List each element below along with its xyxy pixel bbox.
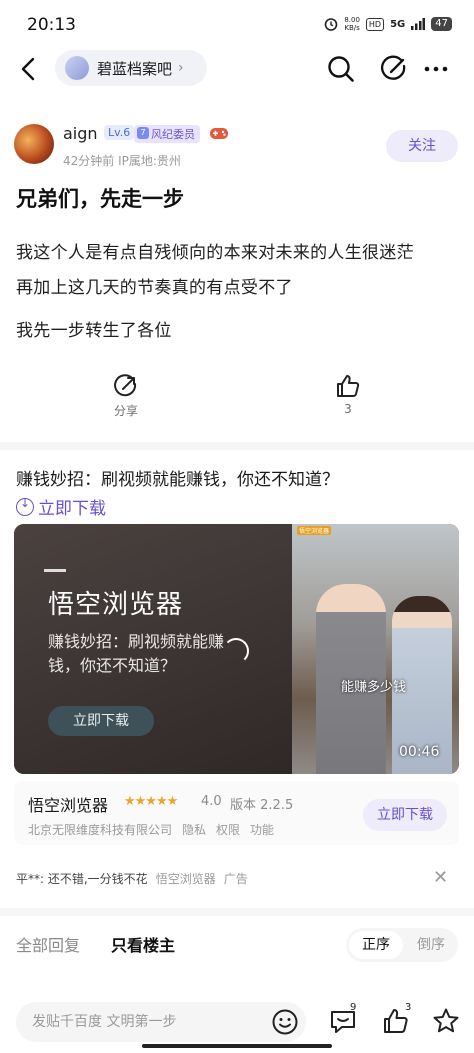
loading-spinner-icon: [223, 638, 249, 664]
ad-download-link[interactable]: 立即下载: [16, 494, 106, 519]
chevron-right-icon: ›: [178, 60, 184, 76]
ad-app-label: 悟空浏览器: [155, 872, 216, 886]
edit-icon[interactable]: [379, 54, 409, 84]
post-body-line: 我这个人是有点自残倾向的本来对未来的人生很迷茫: [16, 243, 414, 263]
divider: [0, 908, 474, 916]
forum-avatar: [65, 56, 89, 80]
ad-label: 广告: [223, 872, 248, 886]
app-info: 北京无限维度科技有限公司 隐私 权限 功能: [28, 821, 274, 838]
level-badge: Lv.6: [104, 125, 135, 140]
gem-icon: 7: [137, 127, 149, 139]
signal-bars-icon: [411, 18, 426, 30]
comment-count: 9: [350, 1002, 357, 1013]
ad-comment: 平**: 还不错,一分钱不花: [16, 872, 148, 886]
more-icon[interactable]: [421, 54, 451, 84]
ad-video[interactable]: 悟空浏览器 赚钱妙招：刷视频就能赚 钱，你还不知道？ 立即下载 悟空浏览器 能赚…: [14, 524, 459, 774]
share-label: 分享: [113, 404, 138, 418]
privacy-link[interactable]: 隐私: [182, 821, 206, 838]
divider: [0, 442, 474, 450]
download-icon: [16, 496, 34, 516]
ad-footer: 平**: 还不错,一分钱不花 悟空浏览器 广告: [16, 870, 248, 887]
sort-desc-button[interactable]: 倒序: [404, 931, 458, 959]
star-icon[interactable]: [431, 1006, 461, 1036]
video-caption: 能赚多少钱: [341, 680, 407, 695]
app-version: 版本 2.2.5: [230, 798, 294, 813]
follow-button[interactable]: 关注: [386, 130, 458, 162]
video-duration: 00:46: [399, 744, 440, 760]
home-indicator: [142, 1044, 332, 1048]
gamepad-icon: [210, 128, 228, 139]
reply-tabs: 全部回复 只看楼主 正序 倒序: [0, 922, 474, 966]
share-button[interactable]: 分享: [96, 373, 156, 419]
like-button[interactable]: 3: [318, 373, 378, 416]
permissions-link[interactable]: 权限: [216, 821, 240, 838]
status-icons: 8.00 KB/s HD 5G 47: [324, 16, 452, 32]
avatar[interactable]: [14, 124, 54, 164]
star-rating-icon: ★★★★★: [124, 794, 178, 809]
title-badge-label: 风纪委员: [151, 128, 195, 141]
tab-all-replies[interactable]: 全部回复: [16, 932, 80, 956]
forum-name: 碧蓝档案吧: [97, 59, 173, 78]
sort-toggle: 正序 倒序: [346, 928, 458, 962]
post-title: 兄弟们，先走一步: [16, 187, 184, 211]
title-badge: 7 风纪委员: [134, 125, 200, 143]
video-brand: 悟空浏览器: [48, 590, 184, 620]
post-body-line: 我先一步转生了各位: [16, 321, 172, 341]
net-speed: 8.00 KB/s: [344, 16, 360, 32]
back-icon[interactable]: [16, 54, 42, 84]
top-bar: 碧蓝档案吧 ›: [0, 48, 474, 90]
alarm-icon: [325, 18, 338, 31]
like-count: 3: [344, 402, 352, 416]
status-time: 20:13: [27, 15, 76, 35]
bottom-like-count: 3: [405, 1002, 412, 1013]
tab-only-op[interactable]: 只看楼主: [111, 932, 175, 956]
app-rating: 4.0: [201, 794, 222, 809]
ad-download-label: 立即下载: [38, 499, 106, 519]
video-subtitle: 钱，你还不知道？: [48, 656, 177, 675]
share-icon: [114, 374, 137, 397]
close-icon[interactable]: ✕: [433, 867, 448, 888]
post-meta: 42分钟前 IP属地:贵州: [63, 154, 181, 168]
video-tag: 悟空浏览器: [297, 526, 332, 535]
thumbs-up-icon: [337, 375, 360, 397]
video-subtitle: 赚钱妙招：刷视频就能赚: [48, 632, 225, 651]
app-name: 悟空浏览器: [28, 796, 109, 815]
author-row: aign Lv.6 7 风纪委员 42分钟前 IP属地:贵州 关注: [0, 120, 474, 180]
app-company: 北京无限维度科技有限公司: [28, 823, 173, 837]
forum-pill[interactable]: 碧蓝档案吧 ›: [55, 50, 207, 86]
hd-indicator: HD: [365, 17, 385, 31]
emoji-icon[interactable]: [271, 1008, 299, 1036]
author-name[interactable]: aign: [63, 124, 98, 143]
status-bar: 20:13 8.00 KB/s HD 5G 47: [0, 0, 474, 48]
features-link[interactable]: 功能: [250, 821, 274, 838]
app-card[interactable]: 悟空浏览器 ★★★★★ 4.0 版本 2.2.5 北京无限维度科技有限公司 隐私…: [14, 781, 459, 845]
decor-line: [44, 569, 66, 572]
ad-headline[interactable]: 赚钱妙招：刷视频就能赚钱，你还不知道？: [16, 465, 339, 490]
search-icon[interactable]: [326, 54, 356, 84]
battery-icon: 47: [431, 17, 452, 31]
app-download-button[interactable]: 立即下载: [363, 799, 447, 831]
post-body-line: 再加上这几天的节奏真的有点受不了: [16, 278, 293, 298]
post-actions: 分享 3: [0, 373, 474, 433]
signal-icon: 5G: [390, 18, 406, 30]
sort-asc-button[interactable]: 正序: [349, 931, 403, 959]
video-download-button[interactable]: 立即下载: [48, 706, 154, 736]
reply-input[interactable]: 发贴千百度 文明第一步: [16, 1002, 306, 1042]
